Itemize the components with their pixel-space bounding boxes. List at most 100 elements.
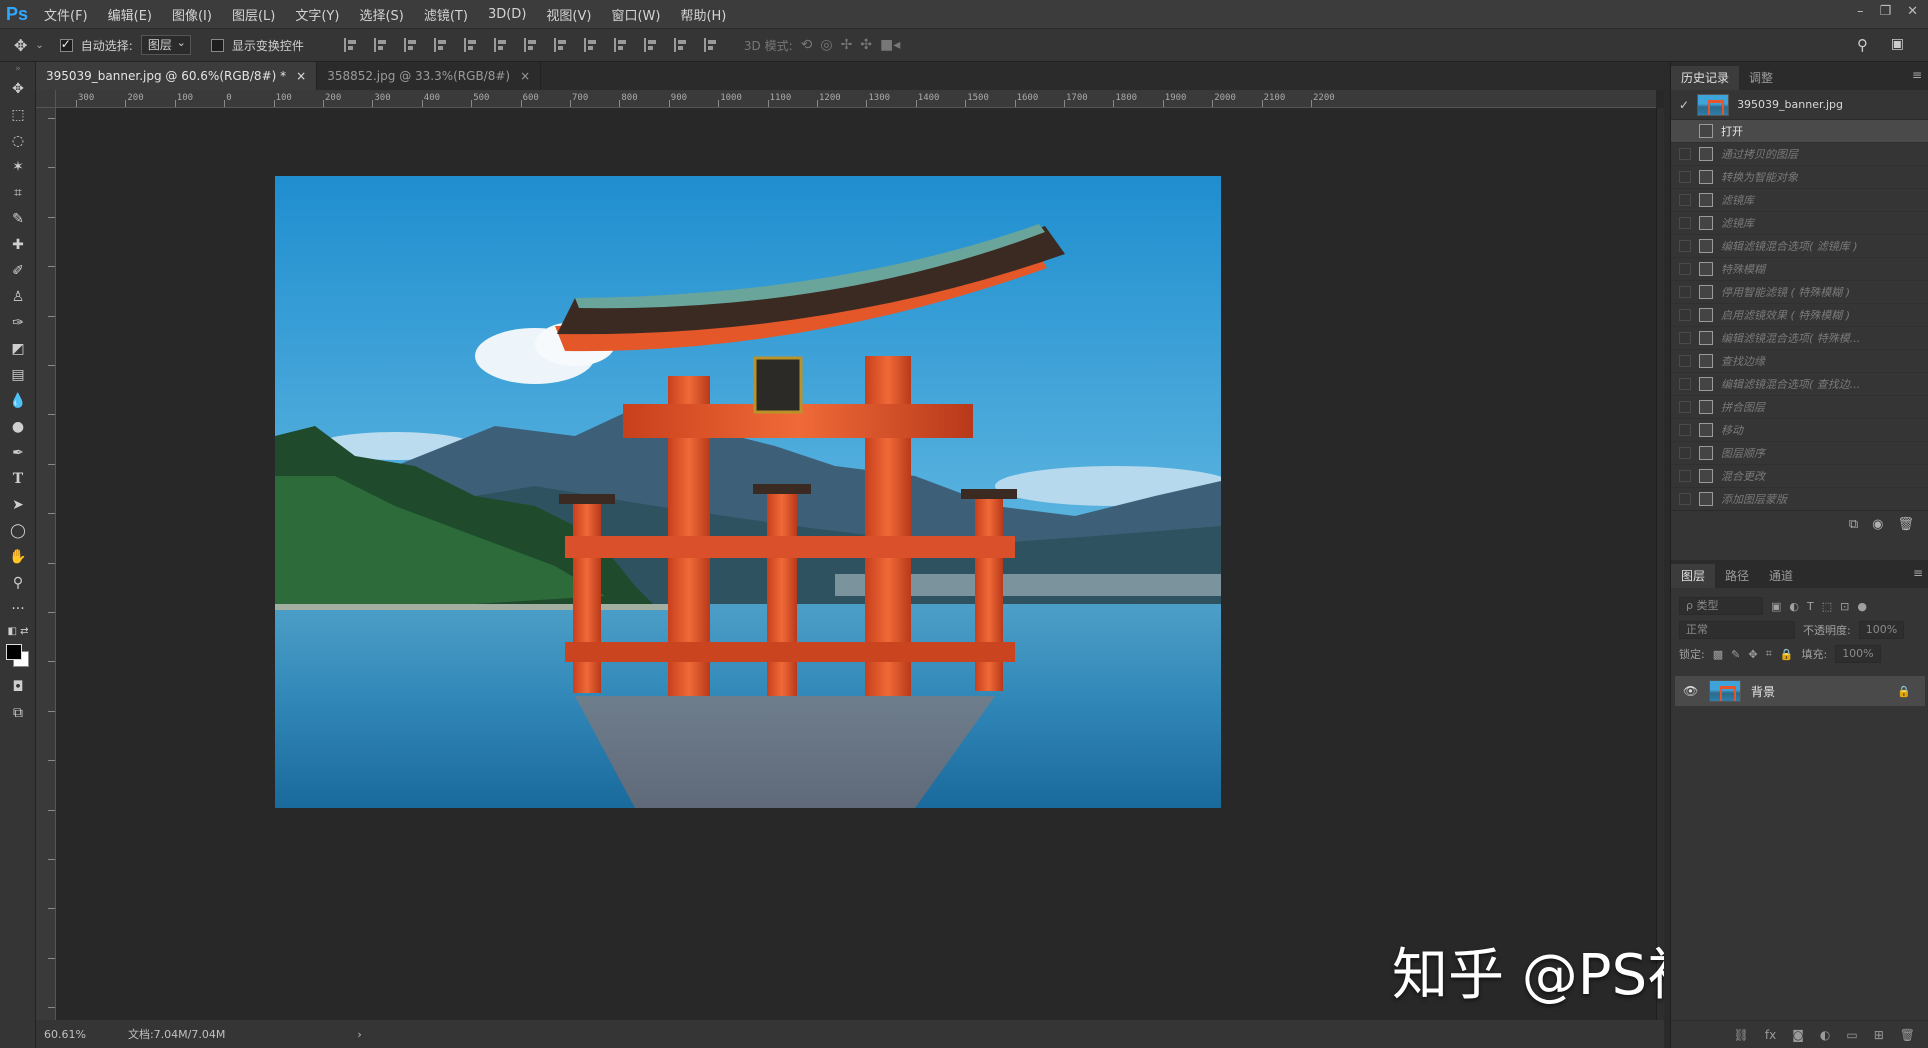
- panel-menu-icon[interactable]: ≡: [1912, 68, 1922, 82]
- document-image[interactable]: [275, 176, 1221, 808]
- history-state[interactable]: 启用滤镜效果 ( 特殊模糊 ): [1671, 304, 1928, 327]
- crop-tool-icon[interactable]: ⌗: [0, 180, 36, 206]
- move-tool-icon[interactable]: ✥: [14, 36, 27, 55]
- minimize-button[interactable]: –: [1857, 4, 1864, 19]
- add-mask-icon[interactable]: ◙: [1792, 1028, 1804, 1042]
- auto-select-dropdown[interactable]: 图层: [140, 34, 191, 55]
- distribute-left-icon[interactable]: [613, 38, 628, 52]
- foreground-color-swatch[interactable]: [6, 644, 22, 660]
- auto-select-checkbox[interactable]: [59, 37, 73, 52]
- filter-adjustment-icon[interactable]: ◐: [1789, 600, 1799, 613]
- history-brush-source-box[interactable]: [1679, 355, 1691, 367]
- blend-mode-select[interactable]: 正常: [1679, 621, 1795, 639]
- eyedropper-tool-icon[interactable]: ✎: [0, 206, 36, 232]
- distribute-bottom-icon[interactable]: [583, 38, 598, 52]
- restore-button[interactable]: ❐: [1879, 4, 1891, 19]
- fill-input[interactable]: 100%: [1835, 645, 1881, 663]
- align-vcenter-icon[interactable]: [373, 38, 388, 52]
- history-brush-source-box[interactable]: [1679, 286, 1691, 298]
- opacity-input[interactable]: 100%: [1858, 621, 1905, 639]
- layer-item-background[interactable]: 👁 背景 🔒: [1675, 676, 1925, 706]
- distribute-vcenter-icon[interactable]: [553, 38, 568, 52]
- delete-state-icon[interactable]: 🗑: [1897, 517, 1914, 532]
- history-brush-source-box[interactable]: [1679, 263, 1691, 275]
- history-state[interactable]: 添加图层蒙版: [1671, 488, 1928, 510]
- status-menu-chevron-icon[interactable]: ›: [357, 1028, 361, 1041]
- menu-view[interactable]: 视图(V): [536, 5, 601, 24]
- history-brush-tool-icon[interactable]: ✑: [0, 310, 36, 336]
- 3d-slide-icon[interactable]: ✣: [860, 37, 872, 53]
- history-state[interactable]: 混合更改: [1671, 465, 1928, 488]
- visibility-eye-icon[interactable]: 👁: [1683, 684, 1699, 698]
- 3d-scale-icon[interactable]: ■◂: [880, 37, 900, 53]
- eraser-tool-icon[interactable]: ◩: [0, 336, 36, 362]
- history-state[interactable]: 查找边缘: [1671, 350, 1928, 373]
- history-brush-source-box[interactable]: [1679, 171, 1691, 183]
- history-state[interactable]: 特殊模糊: [1671, 258, 1928, 281]
- new-snapshot-icon[interactable]: ◉: [1872, 517, 1883, 532]
- history-state[interactable]: 打开: [1671, 120, 1928, 143]
- history-state[interactable]: 停用智能滤镜 ( 特殊模糊 ): [1671, 281, 1928, 304]
- new-document-from-state-icon[interactable]: ⧉: [1849, 517, 1858, 532]
- tab-paths[interactable]: 路径: [1715, 564, 1759, 588]
- menu-select[interactable]: 选择(S): [349, 5, 413, 24]
- pen-tool-icon[interactable]: ✒: [0, 440, 36, 466]
- document-size[interactable]: 文档:7.04M/7.04M: [128, 1026, 225, 1042]
- tab-channels[interactable]: 通道: [1759, 564, 1803, 588]
- default-colors-icon[interactable]: ◧ ⇄: [0, 622, 36, 640]
- marquee-tool-icon[interactable]: ⬚: [0, 102, 36, 128]
- toolbar-collapse-icon[interactable]: »: [0, 62, 36, 76]
- distribute-hcenter-icon[interactable]: [643, 38, 658, 52]
- new-group-icon[interactable]: ▭: [1846, 1028, 1857, 1042]
- history-state[interactable]: 滤镜库: [1671, 212, 1928, 235]
- menu-file[interactable]: 文件(F): [34, 5, 98, 24]
- clone-stamp-tool-icon[interactable]: ♙: [0, 284, 36, 310]
- align-left-icon[interactable]: [433, 38, 448, 52]
- history-state[interactable]: 转换为智能对象: [1671, 166, 1928, 189]
- link-layers-icon[interactable]: ⛓: [1734, 1028, 1749, 1042]
- align-bottom-icon[interactable]: [403, 38, 418, 52]
- ellipse-tool-icon[interactable]: ◯: [0, 518, 36, 544]
- 3d-pan-icon[interactable]: ✢: [841, 37, 853, 53]
- tab-adjustments[interactable]: 调整: [1739, 66, 1783, 90]
- magic-wand-tool-icon[interactable]: ✶: [0, 154, 36, 180]
- vertical-ruler[interactable]: [36, 108, 56, 1020]
- history-state[interactable]: 编辑滤镜混合选项( 滤镜库 ): [1671, 235, 1928, 258]
- filter-shape-icon[interactable]: ⬚: [1822, 600, 1832, 613]
- filter-smart-object-icon[interactable]: ⊡: [1840, 600, 1849, 613]
- more-tools-icon[interactable]: ···: [0, 596, 36, 622]
- dodge-tool-icon[interactable]: ●: [0, 414, 36, 440]
- layer-style-icon[interactable]: fx: [1765, 1028, 1776, 1042]
- history-brush-source-box[interactable]: [1679, 148, 1691, 160]
- ruler-origin[interactable]: [36, 90, 56, 108]
- align-top-icon[interactable]: [343, 38, 358, 52]
- path-selection-tool-icon[interactable]: ➤: [0, 492, 36, 518]
- history-brush-source-box[interactable]: [1679, 194, 1691, 206]
- menu-layer[interactable]: 图层(L): [222, 5, 285, 24]
- tool-preset-chevron-icon[interactable]: ⌄: [35, 40, 43, 51]
- history-brush-source-box[interactable]: [1679, 470, 1691, 482]
- document-tab-active[interactable]: 395039_banner.jpg @ 60.6%(RGB/8#) * ×: [36, 62, 318, 90]
- history-brush-source-box[interactable]: [1679, 240, 1691, 252]
- adjustment-layer-icon[interactable]: ◐: [1820, 1028, 1830, 1042]
- menu-help[interactable]: 帮助(H): [670, 5, 736, 24]
- move-tool-icon[interactable]: ✥: [0, 76, 36, 102]
- 3d-roll-icon[interactable]: ◎: [820, 37, 832, 53]
- history-state[interactable]: 通过拷贝的图层: [1671, 143, 1928, 166]
- history-brush-source-box[interactable]: [1679, 378, 1691, 390]
- document-tab[interactable]: 358852.jpg @ 33.3%(RGB/8#) ×: [317, 62, 542, 90]
- healing-brush-tool-icon[interactable]: ✚: [0, 232, 36, 258]
- color-swatches[interactable]: [0, 640, 36, 674]
- menu-filter[interactable]: 滤镜(T): [414, 5, 478, 24]
- history-brush-source-box[interactable]: [1679, 217, 1691, 229]
- history-brush-source-box[interactable]: [1679, 424, 1691, 436]
- menu-type[interactable]: 文字(Y): [285, 5, 349, 24]
- layer-lock-icon[interactable]: 🔒: [1897, 685, 1911, 698]
- history-brush-source-box[interactable]: [1679, 447, 1691, 459]
- new-layer-icon[interactable]: ⊞: [1874, 1028, 1884, 1042]
- type-tool-icon[interactable]: T: [0, 466, 36, 492]
- lock-pixels-icon[interactable]: ✎: [1731, 648, 1740, 661]
- tab-close-icon[interactable]: ×: [296, 69, 306, 83]
- 3d-rotate-icon[interactable]: ⟲: [801, 37, 813, 53]
- lock-position-icon[interactable]: ✥: [1748, 648, 1757, 661]
